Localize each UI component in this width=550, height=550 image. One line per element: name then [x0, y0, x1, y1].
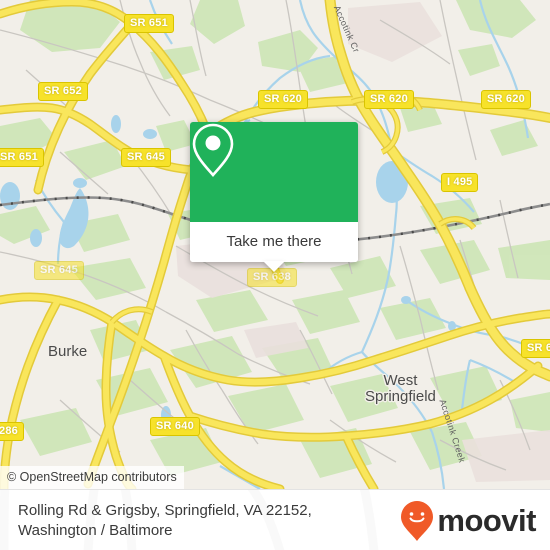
footer-content: Rolling Rd & Grigsby, Springfield, VA 22… [0, 490, 550, 550]
footer-bar: Rolling Rd & Grigsby, Springfield, VA 22… [0, 489, 550, 550]
popup-cta-area[interactable]: Take me there [190, 222, 358, 272]
road-shield: SR 620 [364, 90, 414, 109]
road-shield: 286 [0, 422, 24, 441]
road-shield: SR 620 [258, 90, 308, 109]
moovit-logo[interactable]: moovit [400, 500, 536, 542]
road-shield: I 495 [441, 173, 479, 192]
moovit-map-screenshot: SR 651 SR 652 SR 651 SR 645 SR 620 SR 620 SR 6… [0, 0, 550, 550]
road-shield: SR 651 [0, 148, 44, 167]
road-shield: SR 6 [521, 339, 550, 358]
road-shield: SR 651 [124, 14, 174, 33]
take-me-there-label: Take me there [226, 233, 322, 250]
place-label: West Springfield [365, 372, 436, 405]
location-popup-card[interactable]: Take me there [190, 122, 358, 272]
road-shield: SR 652 [38, 82, 88, 101]
road-shield: SR 620 [481, 90, 531, 109]
location-title: Rolling Rd & Grigsby, Springfield, VA 22… [18, 501, 312, 539]
moovit-smiley-pin-icon [401, 500, 434, 541]
road-shield: SR 645 [121, 148, 171, 167]
road-shield: SR 645 [34, 261, 84, 280]
map-canvas[interactable]: SR 651 SR 652 SR 651 SR 645 SR 620 SR 620 SR 6… [0, 0, 550, 489]
map-pin-icon [192, 123, 234, 177]
moovit-wordmark: moovit [437, 503, 536, 538]
popup-image-area [190, 122, 358, 222]
road-shield: SR 640 [150, 417, 200, 436]
osm-attribution[interactable]: © OpenStreetMap contributors [0, 466, 184, 489]
place-label: Burke [48, 343, 88, 360]
popup-tail-pointer [263, 261, 285, 272]
